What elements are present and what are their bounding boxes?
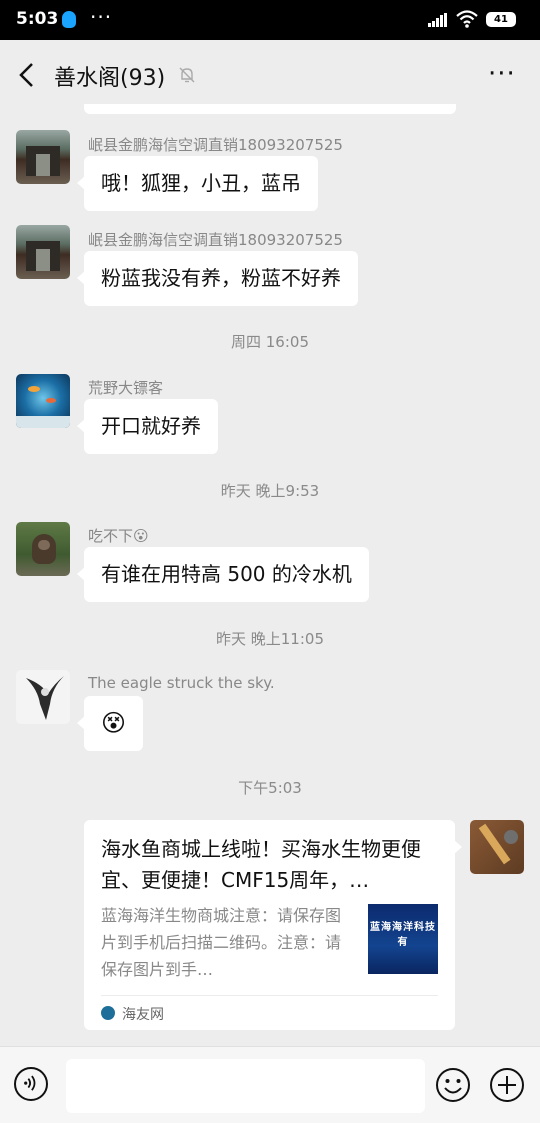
avatar[interactable]: [16, 225, 70, 279]
battery-icon: 41: [486, 12, 516, 27]
emoji-message-bubble[interactable]: 😵: [76, 696, 144, 751]
wifi-icon: [456, 10, 478, 28]
link-card-message[interactable]: 海水鱼商城上线啦！买海水生物更便宜、更便捷！CMF15周年，… 蓝海海洋生物商城…: [84, 820, 462, 1030]
link-card-thumbnail: 蓝海海洋科技有: [368, 904, 438, 974]
avatar[interactable]: [16, 670, 70, 724]
timestamp: 昨天 晚上11:05: [216, 630, 324, 648]
timestamp: 昨天 晚上9:53: [220, 482, 320, 500]
signal-icon: [428, 13, 447, 27]
avatar[interactable]: [16, 522, 70, 576]
plus-icon[interactable]: [489, 1067, 525, 1103]
message-bubble[interactable]: 开口就好养: [77, 399, 218, 454]
source-logo-icon: [101, 1006, 115, 1020]
message-bubble[interactable]: 哦！狐狸，小丑，蓝吊: [77, 156, 318, 211]
link-card-source: 海友网: [122, 1007, 164, 1023]
sender-name: 岷县金鹏海信空调直销18093207525: [88, 136, 343, 154]
avatar[interactable]: [16, 374, 70, 428]
link-card-thumbnail-text: 蓝海海洋科技有: [370, 922, 436, 948]
link-card-title: 海水鱼商城上线啦！买海水生物更便宜、更便捷！CMF15周年，…: [101, 837, 421, 892]
input-bar: [0, 1046, 540, 1123]
mute-bell-icon: [179, 67, 195, 83]
avatar[interactable]: [16, 130, 70, 184]
previous-message-bubble: [84, 104, 456, 114]
link-card-description: 蓝海海洋生物商城注意：请保存图片到手机后扫描二维码。注意：请保存图片到手…: [101, 906, 342, 979]
divider: [101, 995, 438, 996]
emoji-icon[interactable]: [435, 1067, 471, 1103]
sender-name: The eagle struck the sky.: [88, 674, 275, 692]
timestamp: 下午5:03: [238, 779, 302, 797]
status-bar: 5:03 ··· 41: [0, 0, 540, 40]
message-input[interactable]: [66, 1059, 425, 1113]
chat-title: 善水阁(93): [54, 66, 166, 91]
chat-header: 善水阁(93) ···: [0, 40, 540, 110]
status-time: 5:03: [16, 9, 59, 29]
message-bubble[interactable]: 有谁在用特高 500 的冷水机: [77, 547, 369, 602]
more-icon[interactable]: ···: [488, 61, 516, 87]
back-icon[interactable]: [16, 62, 40, 88]
sender-name: 吃不下😮: [88, 527, 149, 545]
sender-name: 岷县金鹏海信空调直销18093207525: [88, 231, 343, 249]
qq-icon: [62, 11, 76, 28]
message-bubble[interactable]: 粉蓝我没有养，粉蓝不好养: [77, 251, 358, 306]
my-avatar[interactable]: [470, 820, 524, 874]
sender-name: 荒野大镖客: [88, 379, 164, 397]
timestamp: 周四 16:05: [231, 333, 309, 351]
status-more-icon: ···: [90, 5, 113, 29]
voice-icon[interactable]: [14, 1067, 48, 1101]
